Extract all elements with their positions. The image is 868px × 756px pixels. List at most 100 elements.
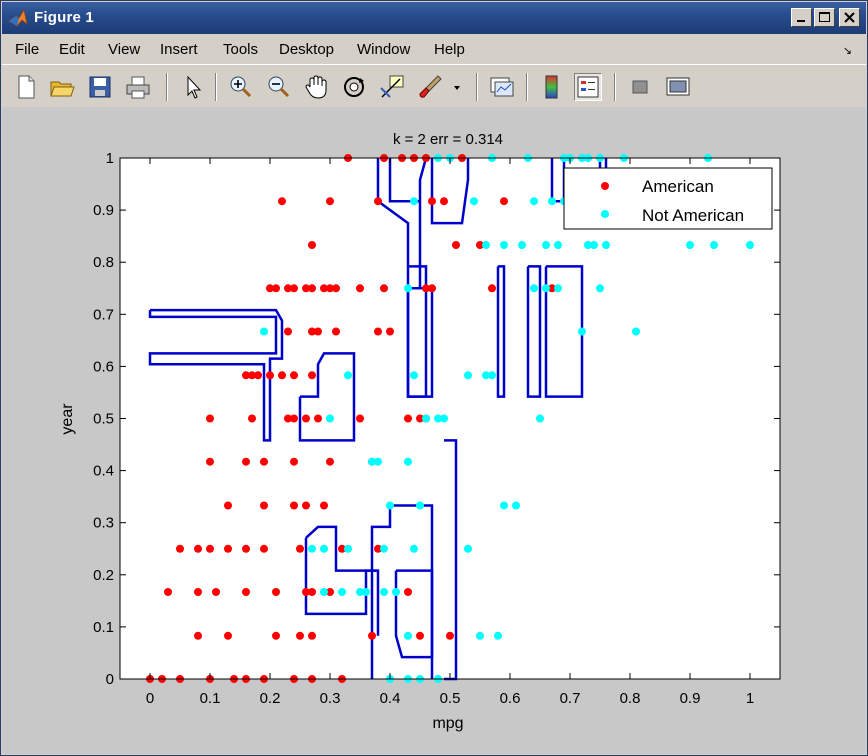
not-american-point <box>362 588 370 596</box>
american-point <box>224 631 232 640</box>
y-axis-label: year <box>59 403 76 435</box>
zoom-out-button[interactable] <box>264 73 292 101</box>
menu-window[interactable]: Window <box>357 41 410 58</box>
american-point <box>272 631 280 640</box>
chart-title: k = 2 err = 0.314 <box>393 131 503 148</box>
american-point <box>194 588 202 596</box>
x-tick-label: 0.1 <box>200 690 221 707</box>
not-american-point <box>344 371 352 380</box>
pan-button[interactable] <box>302 73 330 101</box>
brush-dropdown-button[interactable] <box>450 73 464 101</box>
american-point <box>374 327 382 336</box>
brush-dropdown-icon <box>454 86 460 90</box>
window-controls <box>791 8 860 27</box>
american-point <box>368 631 376 640</box>
brush-button[interactable] <box>416 73 444 101</box>
save-button[interactable] <box>86 73 114 101</box>
minimize-button[interactable] <box>791 8 812 27</box>
legend[interactable]: American Not American <box>563 167 773 230</box>
not-american-point <box>548 197 556 206</box>
save-icon <box>89 76 111 98</box>
open-icon <box>50 81 75 97</box>
zoom-in-button[interactable] <box>226 73 254 101</box>
insert-legend-button[interactable] <box>574 73 602 101</box>
not-american-point <box>380 544 388 553</box>
american-point <box>242 544 250 553</box>
rotate-3d-button[interactable] <box>340 73 368 101</box>
american-point <box>296 544 304 553</box>
not-american-point <box>632 327 640 336</box>
menu-bar: File Edit View Insert Tools Desktop Wind… <box>2 34 866 64</box>
brush-icon <box>419 75 442 98</box>
american-point <box>164 588 172 596</box>
hide-plot-tools-button[interactable] <box>626 73 654 101</box>
american-point <box>248 414 256 423</box>
maximize-icon <box>819 12 830 22</box>
colorbar-icon <box>545 75 558 99</box>
american-point <box>290 414 298 423</box>
not-american-point <box>554 284 562 293</box>
show-plot-tools-button[interactable] <box>664 73 692 101</box>
y-tick-label: 0.8 <box>93 254 114 271</box>
not-american-point <box>416 501 424 510</box>
new-figure-button[interactable] <box>12 73 40 101</box>
menu-file[interactable]: File <box>15 41 39 58</box>
american-point <box>302 501 310 510</box>
matlab-logo-icon <box>8 8 28 27</box>
american-point <box>428 284 436 293</box>
scatter-plot: 0 0.1 0.2 0.3 0.4 0.5 0.6 0.7 0.8 0.9 1 0 0.1 0.2 0.3 0… <box>59 131 781 732</box>
y-tick-label: 0.1 <box>93 619 114 636</box>
not-american-point <box>470 197 478 206</box>
american-point <box>194 631 202 640</box>
not-american-point <box>512 501 520 510</box>
y-tick-label: 0 <box>106 671 114 688</box>
menu-tools[interactable]: Tools <box>223 41 258 58</box>
legend-label-american: American <box>642 177 714 196</box>
menu-help[interactable]: Help <box>434 41 465 58</box>
toolbar-separator <box>215 73 217 101</box>
link-plot-button[interactable] <box>488 73 516 101</box>
axes-background[interactable] <box>120 158 780 679</box>
american-point <box>308 588 316 596</box>
american-point <box>224 501 232 510</box>
insert-colorbar-button[interactable] <box>538 73 566 101</box>
x-tick-label: 0.3 <box>320 690 341 707</box>
american-point <box>260 544 268 553</box>
not-american-point <box>500 241 508 249</box>
not-american-point <box>746 241 754 249</box>
american-point <box>260 501 268 510</box>
minimize-icon <box>797 20 805 22</box>
y-tick-label: 0.3 <box>93 515 114 532</box>
y-tick-label: 0.5 <box>93 411 114 428</box>
maximize-button[interactable] <box>814 8 835 27</box>
link-plot-icon <box>490 77 514 97</box>
title-bar[interactable]: Figure 1 <box>2 2 866 34</box>
pointer-button[interactable] <box>179 73 207 101</box>
american-point <box>278 197 286 206</box>
menu-edit[interactable]: Edit <box>59 41 85 58</box>
american-point <box>452 241 460 249</box>
american-point <box>326 197 334 206</box>
close-icon <box>844 12 855 23</box>
american-point <box>440 197 448 206</box>
american-point <box>314 414 322 423</box>
open-file-button[interactable] <box>48 73 76 101</box>
american-point <box>242 588 250 596</box>
close-button[interactable] <box>839 8 860 27</box>
not-american-point <box>686 241 694 249</box>
dock-arrow-icon[interactable]: ↘ <box>843 44 852 57</box>
menu-view[interactable]: View <box>108 41 140 58</box>
data-cursor-button[interactable] <box>378 73 406 101</box>
not-american-point <box>494 631 502 640</box>
not-american-point <box>386 501 394 510</box>
x-tick-label: 0.4 <box>380 690 401 707</box>
print-button[interactable] <box>124 73 152 101</box>
not-american-point <box>500 501 508 510</box>
menu-insert[interactable]: Insert <box>160 41 198 58</box>
new-figure-icon <box>18 75 35 99</box>
x-axis-label: mpg <box>432 715 463 732</box>
toolbar-separator <box>166 73 168 101</box>
rotate-3d-icon <box>344 77 364 97</box>
menu-desktop[interactable]: Desktop <box>279 41 334 58</box>
american-point <box>224 544 232 553</box>
